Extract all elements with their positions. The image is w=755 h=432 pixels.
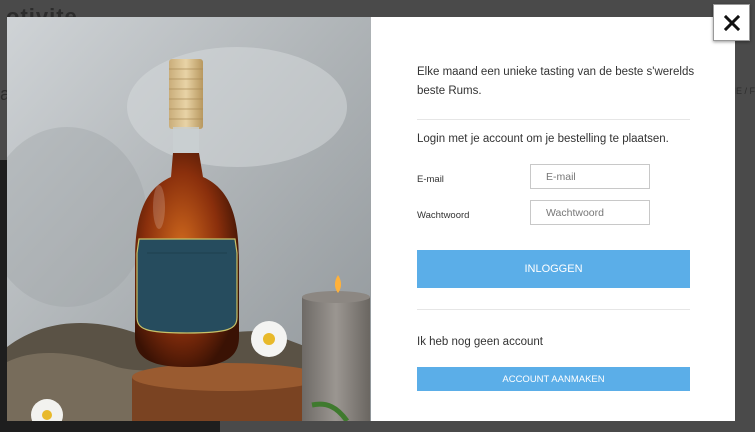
email-field[interactable] [530,164,650,189]
login-modal: Elke maand een unieke tasting van de bes… [7,17,735,421]
login-instruction: Login met je account om je bestelling te… [417,133,669,145]
password-field[interactable] [530,200,650,225]
rum-bottle-image [7,17,371,421]
create-account-button[interactable]: Account aanmaken [417,367,690,391]
no-account-text: Ik heb nog geen account [417,336,543,348]
close-icon [723,14,740,31]
background-breadcrumb: IE / F [733,86,755,96]
password-label: Wachtwoord [417,210,470,221]
background-footer [0,420,220,432]
login-form-panel: Elke maand een unieke tasting van de bes… [371,17,735,421]
close-button[interactable] [713,4,750,41]
divider [417,119,690,120]
divider-2 [417,309,690,310]
login-button[interactable]: Inloggen [417,250,690,288]
intro-text: Elke maand een unieke tasting van de bes… [417,66,695,97]
email-label: E-mail [417,174,444,185]
